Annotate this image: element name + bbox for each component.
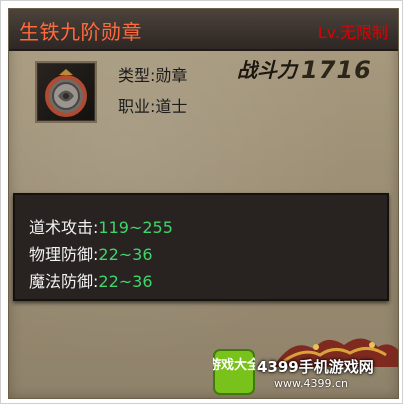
stat-value: 1011 [61,298,102,299]
combat-power-value: 1716 [301,56,372,84]
stat-name: 生命 [29,298,61,299]
watermark-site-name: 4399手机游戏网 [257,358,374,376]
stat-name: 道术攻击: [29,218,99,237]
item-icon-slot[interactable] [35,61,97,123]
item-title: 生铁九阶勋章 [19,20,142,44]
watermark-url: www.4399.cn [274,377,348,390]
item-tooltip-panel: 生铁九阶勋章 Lv.无限制 类型:勋章 职业:道士 战斗力 1716 道术攻击:… [8,8,399,399]
item-job: 职业:道士 [118,97,188,116]
combat-power-label-text: 战斗力 [237,58,299,82]
level-requirement: Lv.无限制 [317,23,388,42]
combat-power-label: 战斗力 [236,56,300,82]
stat-value: 22~36 [98,272,153,291]
title-bar: 生铁九阶勋章 Lv.无限制 [9,9,398,51]
stat-row: 生命1011 [29,294,102,299]
stat-row: 魔法防御:22~36 [29,268,153,292]
stat-value: 119~255 [98,218,173,237]
screenshot-frame: 生铁九阶勋章 Lv.无限制 类型:勋章 职业:道士 战斗力 1716 道术攻击:… [0,0,403,404]
medal-icon [45,69,87,117]
stat-value: 22~36 [98,245,153,264]
stat-name: 魔法防御: [29,272,99,291]
stat-name: 物理防御: [29,245,99,264]
stats-panel: 道术攻击:119~255 物理防御:22~36 魔法防御:22~36 生命101… [13,193,389,301]
stat-row: 道术攻击:119~255 [29,214,173,238]
stat-row: 物理防御:22~36 [29,241,153,265]
item-type: 类型:勋章 [118,66,188,85]
logo-text: 游戏大全 [213,357,255,373]
game-guide-logo: 游戏大全 [208,349,261,395]
